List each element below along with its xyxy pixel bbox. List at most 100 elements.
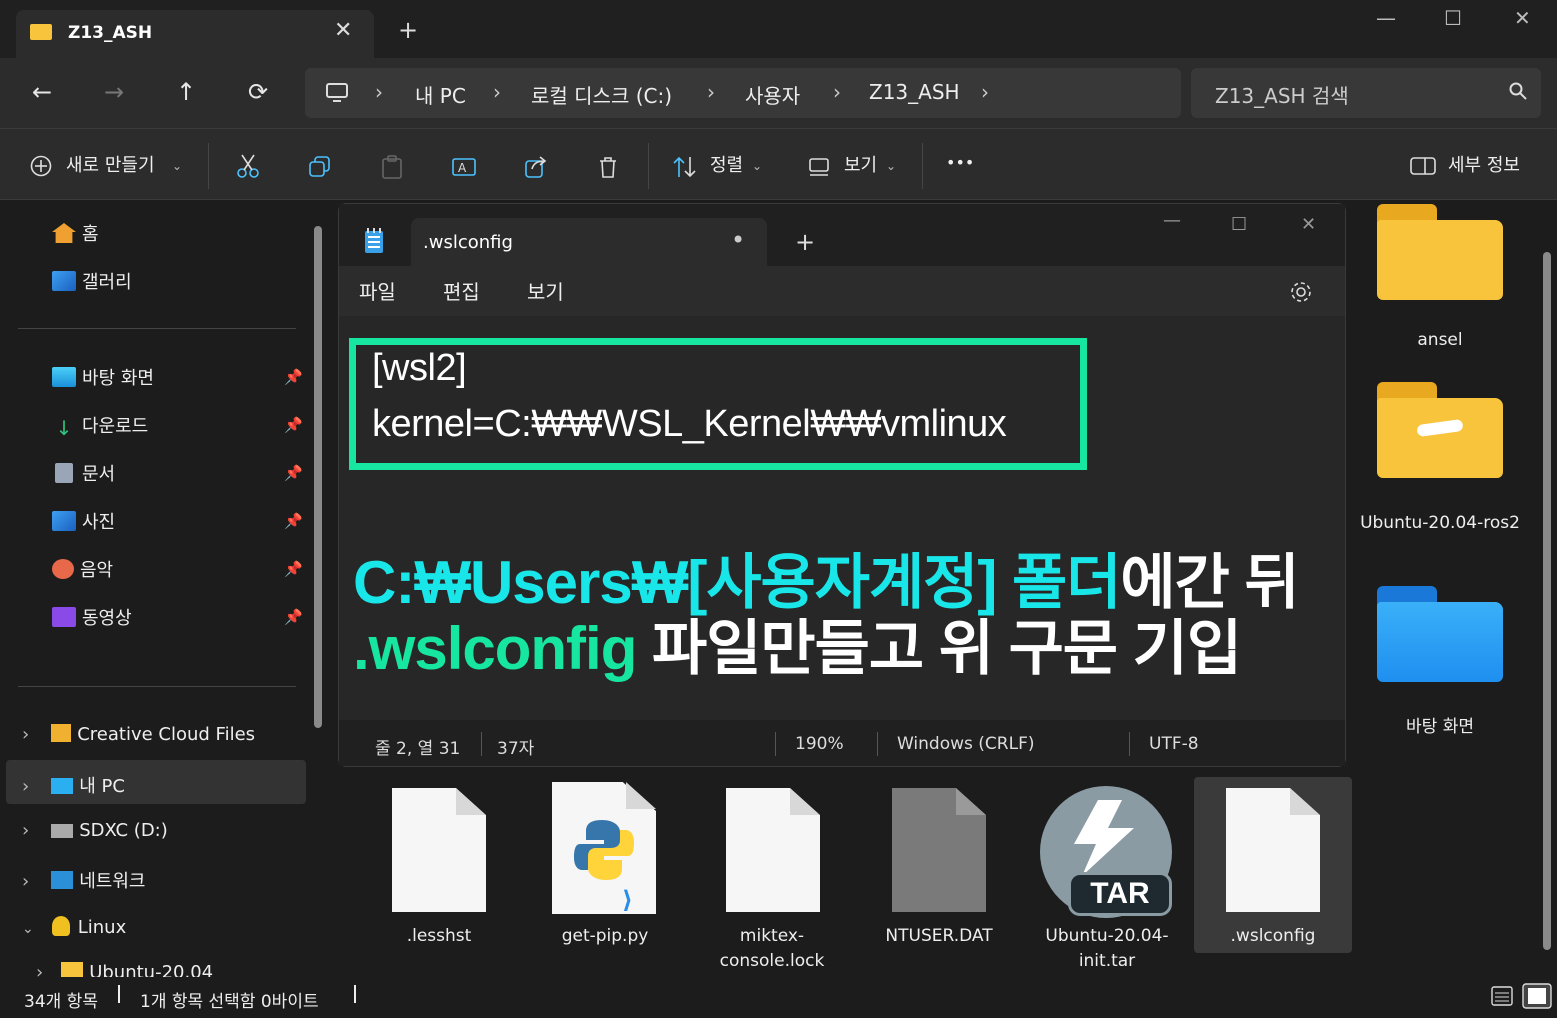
file-name[interactable]: .lesshst: [364, 924, 514, 949]
sort-button[interactable]: 정렬: [710, 151, 743, 177]
forward-button[interactable]: →: [104, 78, 124, 106]
pin-icon[interactable]: 📌: [284, 512, 303, 530]
character-count: 37자: [497, 739, 535, 759]
notepad-minimize-button[interactable]: —: [1163, 210, 1181, 231]
breadcrumb-local-disk[interactable]: 로컬 디스크 (C:): [531, 80, 672, 109]
settings-gear-icon[interactable]: [1289, 280, 1313, 304]
file-icon[interactable]: [726, 788, 820, 912]
toolbar-divider: [208, 143, 209, 189]
python-icon: [574, 820, 634, 880]
archive-file-icon[interactable]: TAR: [1040, 786, 1172, 918]
file-icon[interactable]: [392, 788, 486, 912]
chevron-down-icon: ⌄: [172, 159, 183, 173]
zoom-level[interactable]: 190%: [795, 734, 844, 754]
sidebar-item-music[interactable]: 음악: [52, 556, 113, 582]
pin-icon[interactable]: 📌: [284, 464, 303, 482]
file-name[interactable]: .wslconfig: [1198, 924, 1348, 949]
notepad-new-tab-button[interactable]: +: [795, 228, 815, 256]
large-icons-view-icon[interactable]: [1522, 983, 1552, 1009]
status-bar: 34개 항목 1개 항목 선택함 0바이트: [0, 977, 1557, 1018]
file-icon[interactable]: [1226, 788, 1320, 912]
documents-icon: [55, 463, 73, 483]
file-name[interactable]: ansel: [1355, 330, 1525, 350]
file-name[interactable]: miktex-console.lock: [697, 924, 847, 974]
chevron-down-icon: ⌄: [886, 159, 897, 173]
breadcrumb-my-pc[interactable]: 내 PC: [415, 80, 466, 109]
text-editor[interactable]: [wsl2] kernel=C:₩₩WSL_Kernel₩₩vmlinux C:…: [339, 316, 1345, 720]
sidebar-scrollbar[interactable]: [314, 226, 322, 728]
view-button[interactable]: 보기: [844, 151, 877, 177]
breadcrumb-users[interactable]: 사용자: [745, 80, 800, 109]
sidebar-item-pictures[interactable]: 사진: [52, 508, 115, 534]
files-scrollbar[interactable]: [1543, 252, 1551, 950]
line-ending[interactable]: Windows (CRLF): [897, 734, 1035, 754]
file-name[interactable]: 바탕 화면: [1355, 712, 1525, 737]
notepad-window[interactable]: .wslconfig • + — ☐ ✕ 파일 편집 보기 [wsl2] ker…: [338, 203, 1346, 767]
creative-cloud-icon: [51, 724, 72, 742]
notepad-tab[interactable]: .wslconfig •: [411, 218, 767, 266]
breadcrumb-z13-ash[interactable]: Z13_ASH: [869, 80, 960, 104]
folder-icon[interactable]: [1377, 586, 1503, 682]
file-name[interactable]: NTUSER.DAT: [864, 924, 1014, 949]
notepad-close-button[interactable]: ✕: [1301, 214, 1316, 235]
search-input[interactable]: Z13_ASH 검색: [1215, 80, 1349, 109]
details-view-icon[interactable]: [1490, 985, 1514, 1007]
folder-icon[interactable]: [1377, 382, 1503, 478]
refresh-button[interactable]: ⟳: [248, 78, 268, 106]
delete-icon[interactable]: [596, 155, 620, 179]
menu-view[interactable]: 보기: [527, 276, 564, 305]
sidebar-item-home[interactable]: 홈: [52, 220, 99, 246]
sidebar-item-documents[interactable]: 문서: [52, 460, 115, 486]
menu-edit[interactable]: 편집: [443, 276, 480, 305]
annotation-line-2: .wslconfig 파일만들고 위 구문 기입: [353, 615, 1242, 682]
sidebar-item-gallery[interactable]: 갤러리: [52, 268, 132, 294]
search-icon: [1509, 82, 1527, 100]
sidebar-item-videos[interactable]: 동영상: [52, 604, 132, 630]
details-button[interactable]: 세부 정보: [1448, 151, 1520, 177]
sidebar-item-desktop[interactable]: 바탕 화면: [52, 364, 154, 390]
notepad-maximize-button[interactable]: ☐: [1231, 214, 1247, 235]
tree-item-ubuntu[interactable]: › Ubuntu-20.04: [36, 962, 213, 977]
python-file-icon[interactable]: ⟩: [552, 782, 656, 914]
close-button[interactable]: ✕: [1514, 6, 1531, 30]
pin-icon[interactable]: 📌: [284, 608, 303, 626]
file-name[interactable]: Ubuntu-20.04-ros2: [1355, 510, 1525, 536]
copy-icon[interactable]: [308, 155, 332, 179]
explorer-tab[interactable]: Z13_ASH ✕: [16, 10, 374, 58]
status-divider: [354, 985, 356, 1003]
encoding[interactable]: UTF-8: [1149, 734, 1199, 754]
tree-item-network[interactable]: › 네트워크: [22, 867, 145, 893]
maximize-button[interactable]: ☐: [1444, 6, 1462, 30]
menu-file[interactable]: 파일: [359, 276, 396, 305]
folder-icon[interactable]: [1377, 204, 1503, 300]
pin-icon[interactable]: 📌: [284, 416, 303, 434]
tree-item-linux[interactable]: ⌄ Linux: [22, 916, 126, 938]
tree-item-my-pc[interactable]: › 내 PC: [22, 772, 125, 798]
status-divider: [481, 732, 482, 756]
rename-icon[interactable]: A: [452, 155, 476, 179]
notepad-tab-title: .wslconfig: [423, 232, 513, 253]
search-box[interactable]: Z13_ASH 검색: [1191, 68, 1541, 118]
cut-icon[interactable]: [236, 153, 260, 179]
tab-close-icon[interactable]: ✕: [334, 18, 352, 43]
pin-icon[interactable]: 📌: [284, 560, 303, 578]
new-button[interactable]: 새로 만들기: [66, 151, 155, 177]
paste-icon[interactable]: [380, 155, 404, 179]
minimize-button[interactable]: —: [1376, 6, 1396, 30]
tree-item-sdxc[interactable]: › SDXC (D:): [22, 820, 168, 841]
more-options-button[interactable]: •••: [946, 153, 974, 172]
share-icon[interactable]: [524, 155, 548, 179]
up-button[interactable]: ↑: [176, 78, 196, 106]
pin-icon[interactable]: 📌: [284, 368, 303, 386]
file-name[interactable]: get-pip.py: [530, 924, 680, 949]
tree-item-creative-cloud[interactable]: › Creative Cloud Files: [22, 724, 255, 745]
new-tab-button[interactable]: +: [398, 16, 418, 44]
lightning-icon: [1074, 800, 1134, 876]
system-file-icon[interactable]: [892, 788, 986, 912]
back-button[interactable]: ←: [32, 78, 52, 106]
address-bar[interactable]: › 내 PC › 로컬 디스크 (C:) › 사용자 › Z13_ASH ›: [305, 68, 1181, 118]
sidebar-divider: [18, 328, 296, 329]
sidebar-item-downloads[interactable]: ↓ 다운로드: [52, 412, 149, 439]
file-name[interactable]: Ubuntu-20.04-init.tar: [1032, 924, 1182, 974]
breadcrumb-separator: ›: [707, 80, 715, 104]
